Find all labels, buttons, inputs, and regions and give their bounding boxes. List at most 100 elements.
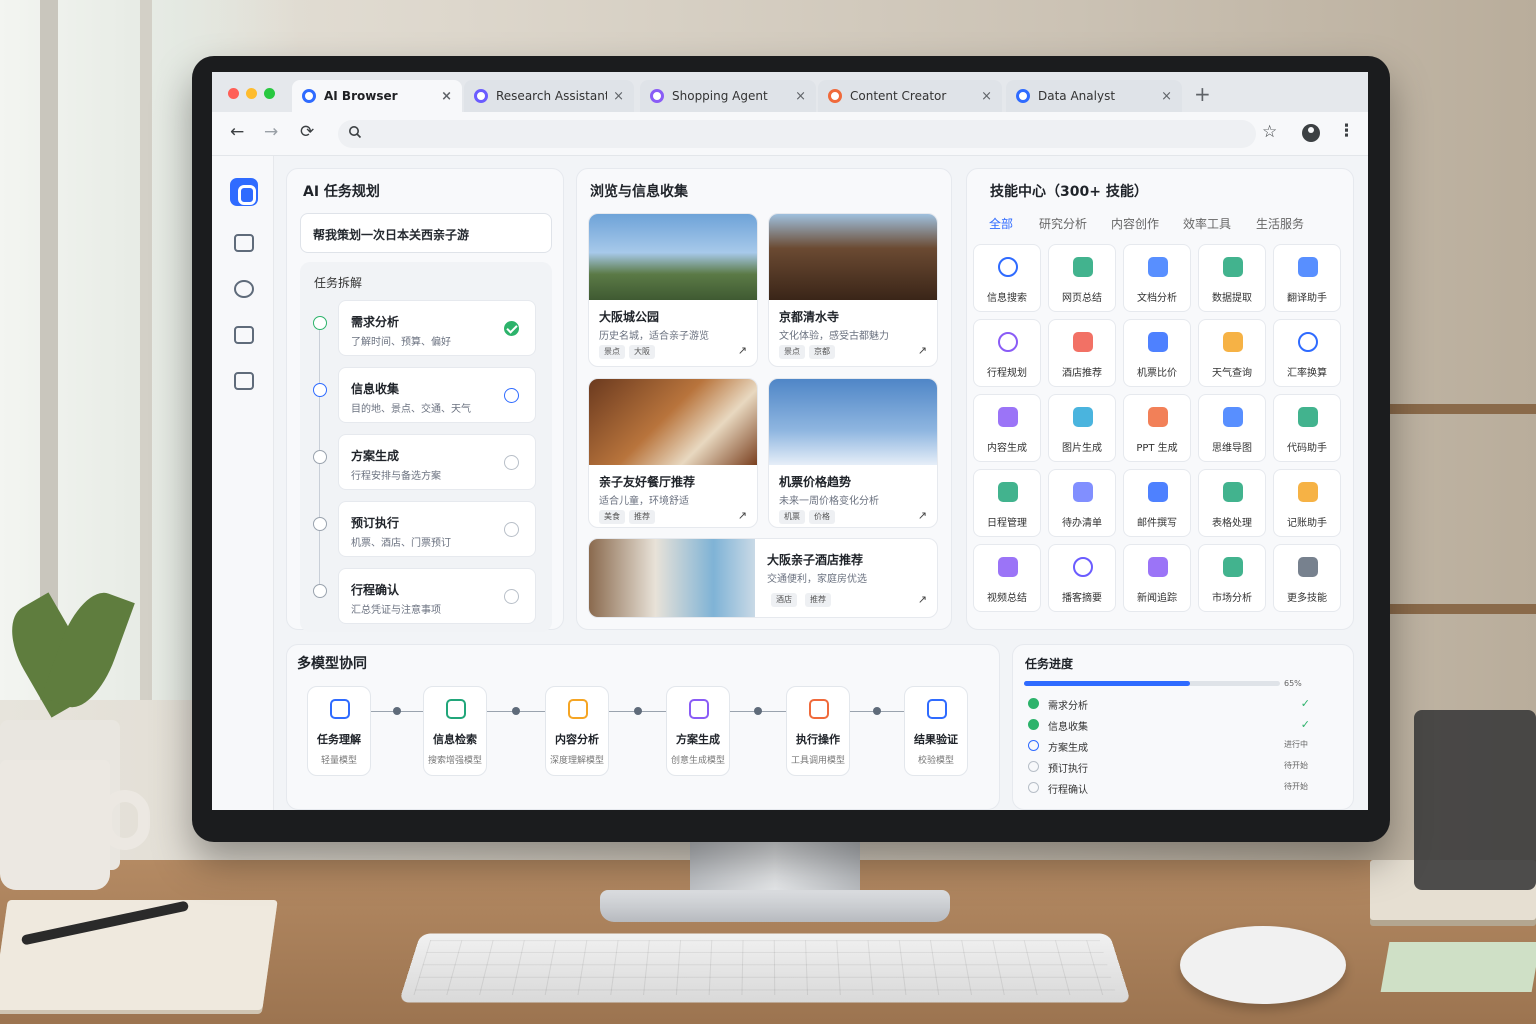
skills-icon[interactable]: [234, 372, 254, 390]
browser-window: AI Browser × Research Assistant × Shopping A…: [212, 72, 1368, 810]
menu-button[interactable]: ⋮: [1338, 121, 1355, 141]
tab-content-creator[interactable]: Content Creator ×: [818, 80, 1002, 112]
task-step-card[interactable]: 需求分析 了解时间、预算、偏好: [338, 300, 536, 356]
model-node[interactable]: 结果验证 校验模型: [904, 686, 968, 776]
minimize-window-button[interactable]: [246, 88, 257, 99]
skill-translate[interactable]: 翻译助手: [1273, 244, 1341, 312]
step-status-icon: [504, 455, 519, 470]
skill-grid[interactable]: 更多技能: [1273, 544, 1341, 612]
info-card[interactable]: 大阪亲子酒店推荐 交通便利，家庭房优选 酒店 推荐 ↗: [588, 538, 938, 618]
skill-data-extract[interactable]: 数据提取: [1198, 244, 1266, 312]
close-tab-icon[interactable]: ×: [795, 89, 806, 104]
agent-icon[interactable]: [234, 280, 254, 298]
dashboard-icon[interactable]: [234, 326, 254, 344]
skill-calendar[interactable]: 日程管理: [973, 469, 1041, 537]
model-node[interactable]: 内容分析 深度理解模型: [545, 686, 609, 776]
task-query-input[interactable]: 帮我策划一次日本关西亲子游: [300, 213, 552, 253]
forward-button[interactable]: →: [264, 122, 278, 142]
skill-tab[interactable]: 研究分析: [1039, 215, 1087, 232]
skill-label: 文档分析: [1124, 289, 1190, 304]
progress-row: 方案生成 进行中: [1028, 739, 1328, 753]
skill-weather[interactable]: 天气查询: [1198, 319, 1266, 387]
skill-todo[interactable]: 待办清单: [1048, 469, 1116, 537]
skill-route[interactable]: 行程规划: [973, 319, 1041, 387]
skill-tab[interactable]: 生活服务: [1256, 215, 1304, 232]
close-window-button[interactable]: [228, 88, 239, 99]
image-icon: [1073, 407, 1093, 427]
tab-label: Data Analyst: [1038, 89, 1155, 103]
flow-connector-dot: [873, 707, 881, 715]
step-status-icon: [504, 388, 519, 403]
task-step-card[interactable]: 预订执行 机票、酒店、门票预订: [338, 501, 536, 557]
tab-ai-browser[interactable]: AI Browser ×: [292, 80, 462, 112]
bookmark-star-icon[interactable]: ☆: [1262, 122, 1277, 142]
skill-podcast[interactable]: 播客摘要: [1048, 544, 1116, 612]
timeline-dot: [313, 584, 327, 598]
timeline-dot: [313, 450, 327, 464]
close-tab-icon[interactable]: ×: [1161, 89, 1172, 104]
skill-ppt[interactable]: PPT 生成: [1123, 394, 1191, 462]
skill-hotel[interactable]: 酒店推荐: [1048, 319, 1116, 387]
skill-chart[interactable]: 市场分析: [1198, 544, 1266, 612]
skill-airplane[interactable]: 机票比价: [1123, 319, 1191, 387]
step-name: 行程确认: [351, 581, 399, 598]
close-tab-icon[interactable]: ×: [981, 89, 992, 104]
app-logo-icon[interactable]: [230, 178, 258, 206]
info-card[interactable]: 大阪城公园 历史名城，适合亲子游览 景点 大阪 ↗: [588, 213, 758, 367]
skill-tab[interactable]: 效率工具: [1183, 215, 1231, 232]
open-external-icon[interactable]: ↗: [918, 593, 927, 606]
open-external-icon[interactable]: ↗: [738, 509, 747, 522]
sticky-notes: [1381, 942, 1536, 992]
model-step-name: 方案生成: [657, 731, 739, 747]
address-bar[interactable]: [338, 120, 1256, 148]
progress-status-dot: [1028, 740, 1039, 751]
skill-tab[interactable]: 内容创作: [1111, 215, 1159, 232]
skill-document[interactable]: 文档分析: [1123, 244, 1191, 312]
skill-mail[interactable]: 邮件撰写: [1123, 469, 1191, 537]
skill-currency[interactable]: 汇率换算: [1273, 319, 1341, 387]
info-card[interactable]: 亲子友好餐厅推荐 适合儿童，环境舒适 美食 推荐 ↗: [588, 378, 758, 528]
skill-image[interactable]: 图片生成: [1048, 394, 1116, 462]
model-node[interactable]: 信息检索 搜索增强模型: [423, 686, 487, 776]
maximize-window-button[interactable]: [264, 88, 275, 99]
task-step-card[interactable]: 信息收集 目的地、景点、交通、天气: [338, 367, 536, 423]
back-button[interactable]: ←: [230, 122, 244, 142]
skill-table[interactable]: 表格处理: [1198, 469, 1266, 537]
skill-piggybank[interactable]: 记账助手: [1273, 469, 1341, 537]
info-card[interactable]: 京都清水寺 文化体验，感受古都魅力 景点 京都 ↗: [768, 213, 938, 367]
new-tab-button[interactable]: +: [1194, 82, 1211, 106]
skill-label: 代码助手: [1274, 439, 1340, 454]
skill-content[interactable]: 内容生成: [973, 394, 1041, 462]
skill-webpage-summary[interactable]: 网页总结: [1048, 244, 1116, 312]
keyboard: [399, 934, 1131, 1003]
card-image: [589, 214, 757, 300]
tab-favicon-icon: [1016, 89, 1030, 103]
model-node[interactable]: 方案生成 创意生成模型: [666, 686, 730, 776]
skill-code[interactable]: 代码助手: [1273, 394, 1341, 462]
model-node[interactable]: 任务理解 轻量模型: [307, 686, 371, 776]
model-icon: [446, 699, 466, 719]
skill-search[interactable]: 信息搜索: [973, 244, 1041, 312]
reload-button[interactable]: ⟳: [300, 122, 314, 142]
model-node[interactable]: 执行操作 工具调用模型: [786, 686, 850, 776]
tab-research-assistant[interactable]: Research Assistant ×: [464, 80, 634, 112]
close-tab-icon[interactable]: ×: [613, 89, 624, 104]
skill-tab[interactable]: 全部: [989, 215, 1013, 232]
task-step-card[interactable]: 行程确认 汇总凭证与注意事项: [338, 568, 536, 624]
info-card[interactable]: 机票价格趋势 未来一周价格变化分析 机票 价格 ↗: [768, 378, 938, 528]
tab-shopping-agent[interactable]: Shopping Agent ×: [640, 80, 816, 112]
tab-data-analyst[interactable]: Data Analyst ×: [1006, 80, 1182, 112]
model-type: 轻量模型: [294, 753, 384, 766]
card-description: 未来一周价格变化分析: [779, 492, 879, 507]
profile-avatar[interactable]: [1302, 124, 1320, 142]
skill-video[interactable]: 视频总结: [973, 544, 1041, 612]
task-step-card[interactable]: 方案生成 行程安排与备选方案: [338, 434, 536, 490]
skill-mindmap[interactable]: 思维导图: [1198, 394, 1266, 462]
model-icon: [689, 699, 709, 719]
skill-news[interactable]: 新闻追踪: [1123, 544, 1191, 612]
close-tab-icon[interactable]: ×: [441, 89, 452, 104]
tasks-icon[interactable]: [234, 234, 254, 252]
open-external-icon[interactable]: ↗: [918, 344, 927, 357]
open-external-icon[interactable]: ↗: [738, 344, 747, 357]
open-external-icon[interactable]: ↗: [918, 509, 927, 522]
